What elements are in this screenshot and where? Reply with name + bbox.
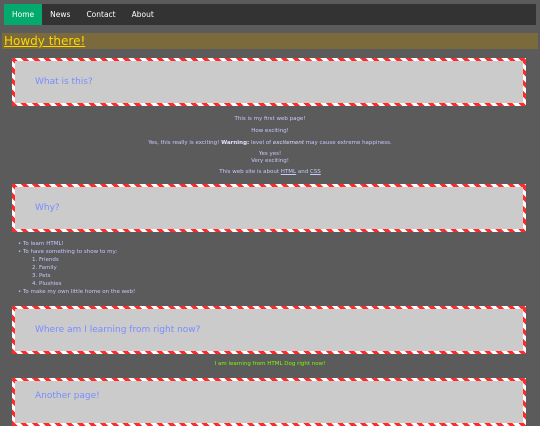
intro-line: Yes, this really is exciting! Warning: l… (148, 140, 392, 146)
section-another: Another page! (12, 378, 526, 426)
intro-text: This is my first web page! How exciting!… (0, 115, 540, 177)
top-nav: Home News Contact About (4, 4, 536, 25)
nav-contact[interactable]: Contact (78, 4, 123, 25)
nav-home[interactable]: Home (4, 4, 43, 25)
sub-list-item: 3. Pets (32, 273, 51, 279)
why-list: To learn HTML! To have something to show… (18, 240, 518, 296)
section-heading: Where am I learning from right now? (35, 325, 201, 335)
banner: Howdy there! (2, 33, 538, 49)
intro-line: This web site is about HTML and CSS (219, 169, 321, 175)
intro-line: How exciting! (251, 128, 289, 134)
page-title: Howdy there! (4, 34, 86, 48)
nav-news[interactable]: News (42, 4, 78, 25)
section-heading: Another page! (35, 391, 100, 401)
list-item: To learn HTML! (18, 240, 518, 248)
list-item: To make my own little home on the web! (18, 288, 518, 296)
css-link[interactable]: CSS (310, 169, 321, 175)
intro-line: Yes yes! (258, 151, 282, 157)
section-what: What is this? (12, 58, 526, 106)
sub-list-item: 1. Friends (32, 257, 59, 263)
html-link[interactable]: HTML (281, 169, 296, 175)
section-heading: Why? (35, 203, 60, 213)
intro-line: This is my first web page! (234, 116, 306, 122)
section-learning: Where am I learning from right now? (12, 306, 526, 354)
intro-line: Very exciting! (251, 158, 289, 164)
nav-about[interactable]: About (124, 4, 162, 25)
section-heading: What is this? (35, 77, 93, 87)
section-why: Why? (12, 184, 526, 232)
learning-text: I am learning from HTML Dog right now! (214, 361, 326, 367)
list-item: To have something to show to my: (18, 248, 518, 256)
sub-list-item: 2. Family (32, 265, 57, 271)
sub-list-item: 4. Plushies (32, 281, 62, 287)
